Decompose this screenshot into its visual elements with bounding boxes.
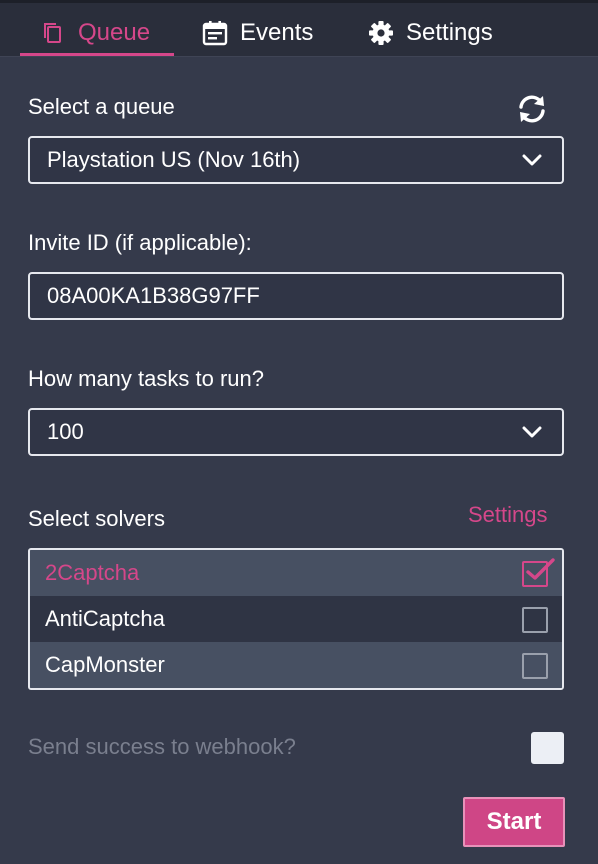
tab-queue-label: Queue [78, 19, 151, 46]
tab-events-label: Events [240, 19, 314, 46]
tasks-select-value: 100 [47, 419, 84, 444]
top-edge [0, 0, 598, 3]
gear-icon [368, 20, 394, 46]
tab-settings[interactable]: Settings [368, 10, 493, 56]
webhook-checkbox[interactable] [531, 732, 564, 764]
checkmark-icon [526, 558, 555, 580]
solvers-label: Select solvers [28, 506, 165, 531]
solver-item-2captcha[interactable]: 2Captcha [30, 550, 562, 596]
chevron-down-icon [522, 154, 542, 166]
invite-id-value: 08A00KA1B38G97FF [47, 283, 260, 308]
tab-settings-label: Settings [406, 19, 493, 46]
solver-item-anticaptcha[interactable]: AntiCaptcha [30, 596, 562, 642]
tasks-select[interactable]: 100 [28, 408, 564, 456]
copy-icon [40, 20, 66, 46]
solver-item-capmonster[interactable]: CapMonster [30, 642, 562, 688]
webhook-label: Send success to webhook? [28, 734, 296, 759]
solver-checkbox[interactable] [522, 558, 555, 587]
refresh-icon[interactable] [515, 92, 549, 126]
top-nav: Queue Events Settings [0, 0, 598, 57]
solver-list: 2Captcha AntiCaptcha CapMonster [28, 548, 564, 690]
active-tab-indicator [20, 53, 174, 56]
solver-name: AntiCaptcha [45, 606, 165, 631]
solver-name: 2Captcha [45, 560, 140, 585]
invite-label: Invite ID (if applicable): [28, 230, 252, 255]
invite-id-input[interactable]: 08A00KA1B38G97FF [28, 272, 564, 320]
queue-select-value: Playstation US (Nov 16th) [47, 147, 301, 172]
tasks-label: How many tasks to run? [28, 366, 264, 391]
solver-settings-link[interactable]: Settings [468, 502, 548, 528]
queue-label: Select a queue [28, 94, 175, 119]
solver-name: CapMonster [45, 652, 165, 677]
solver-checkbox[interactable] [522, 653, 548, 679]
chevron-down-icon [522, 426, 542, 438]
tab-events[interactable]: Events [202, 10, 313, 56]
start-button[interactable]: Start [463, 797, 565, 847]
queue-select[interactable]: Playstation US (Nov 16th) [28, 136, 564, 184]
calendar-icon [202, 20, 228, 46]
tab-queue[interactable]: Queue [40, 10, 150, 56]
solver-checkbox[interactable] [522, 607, 548, 633]
